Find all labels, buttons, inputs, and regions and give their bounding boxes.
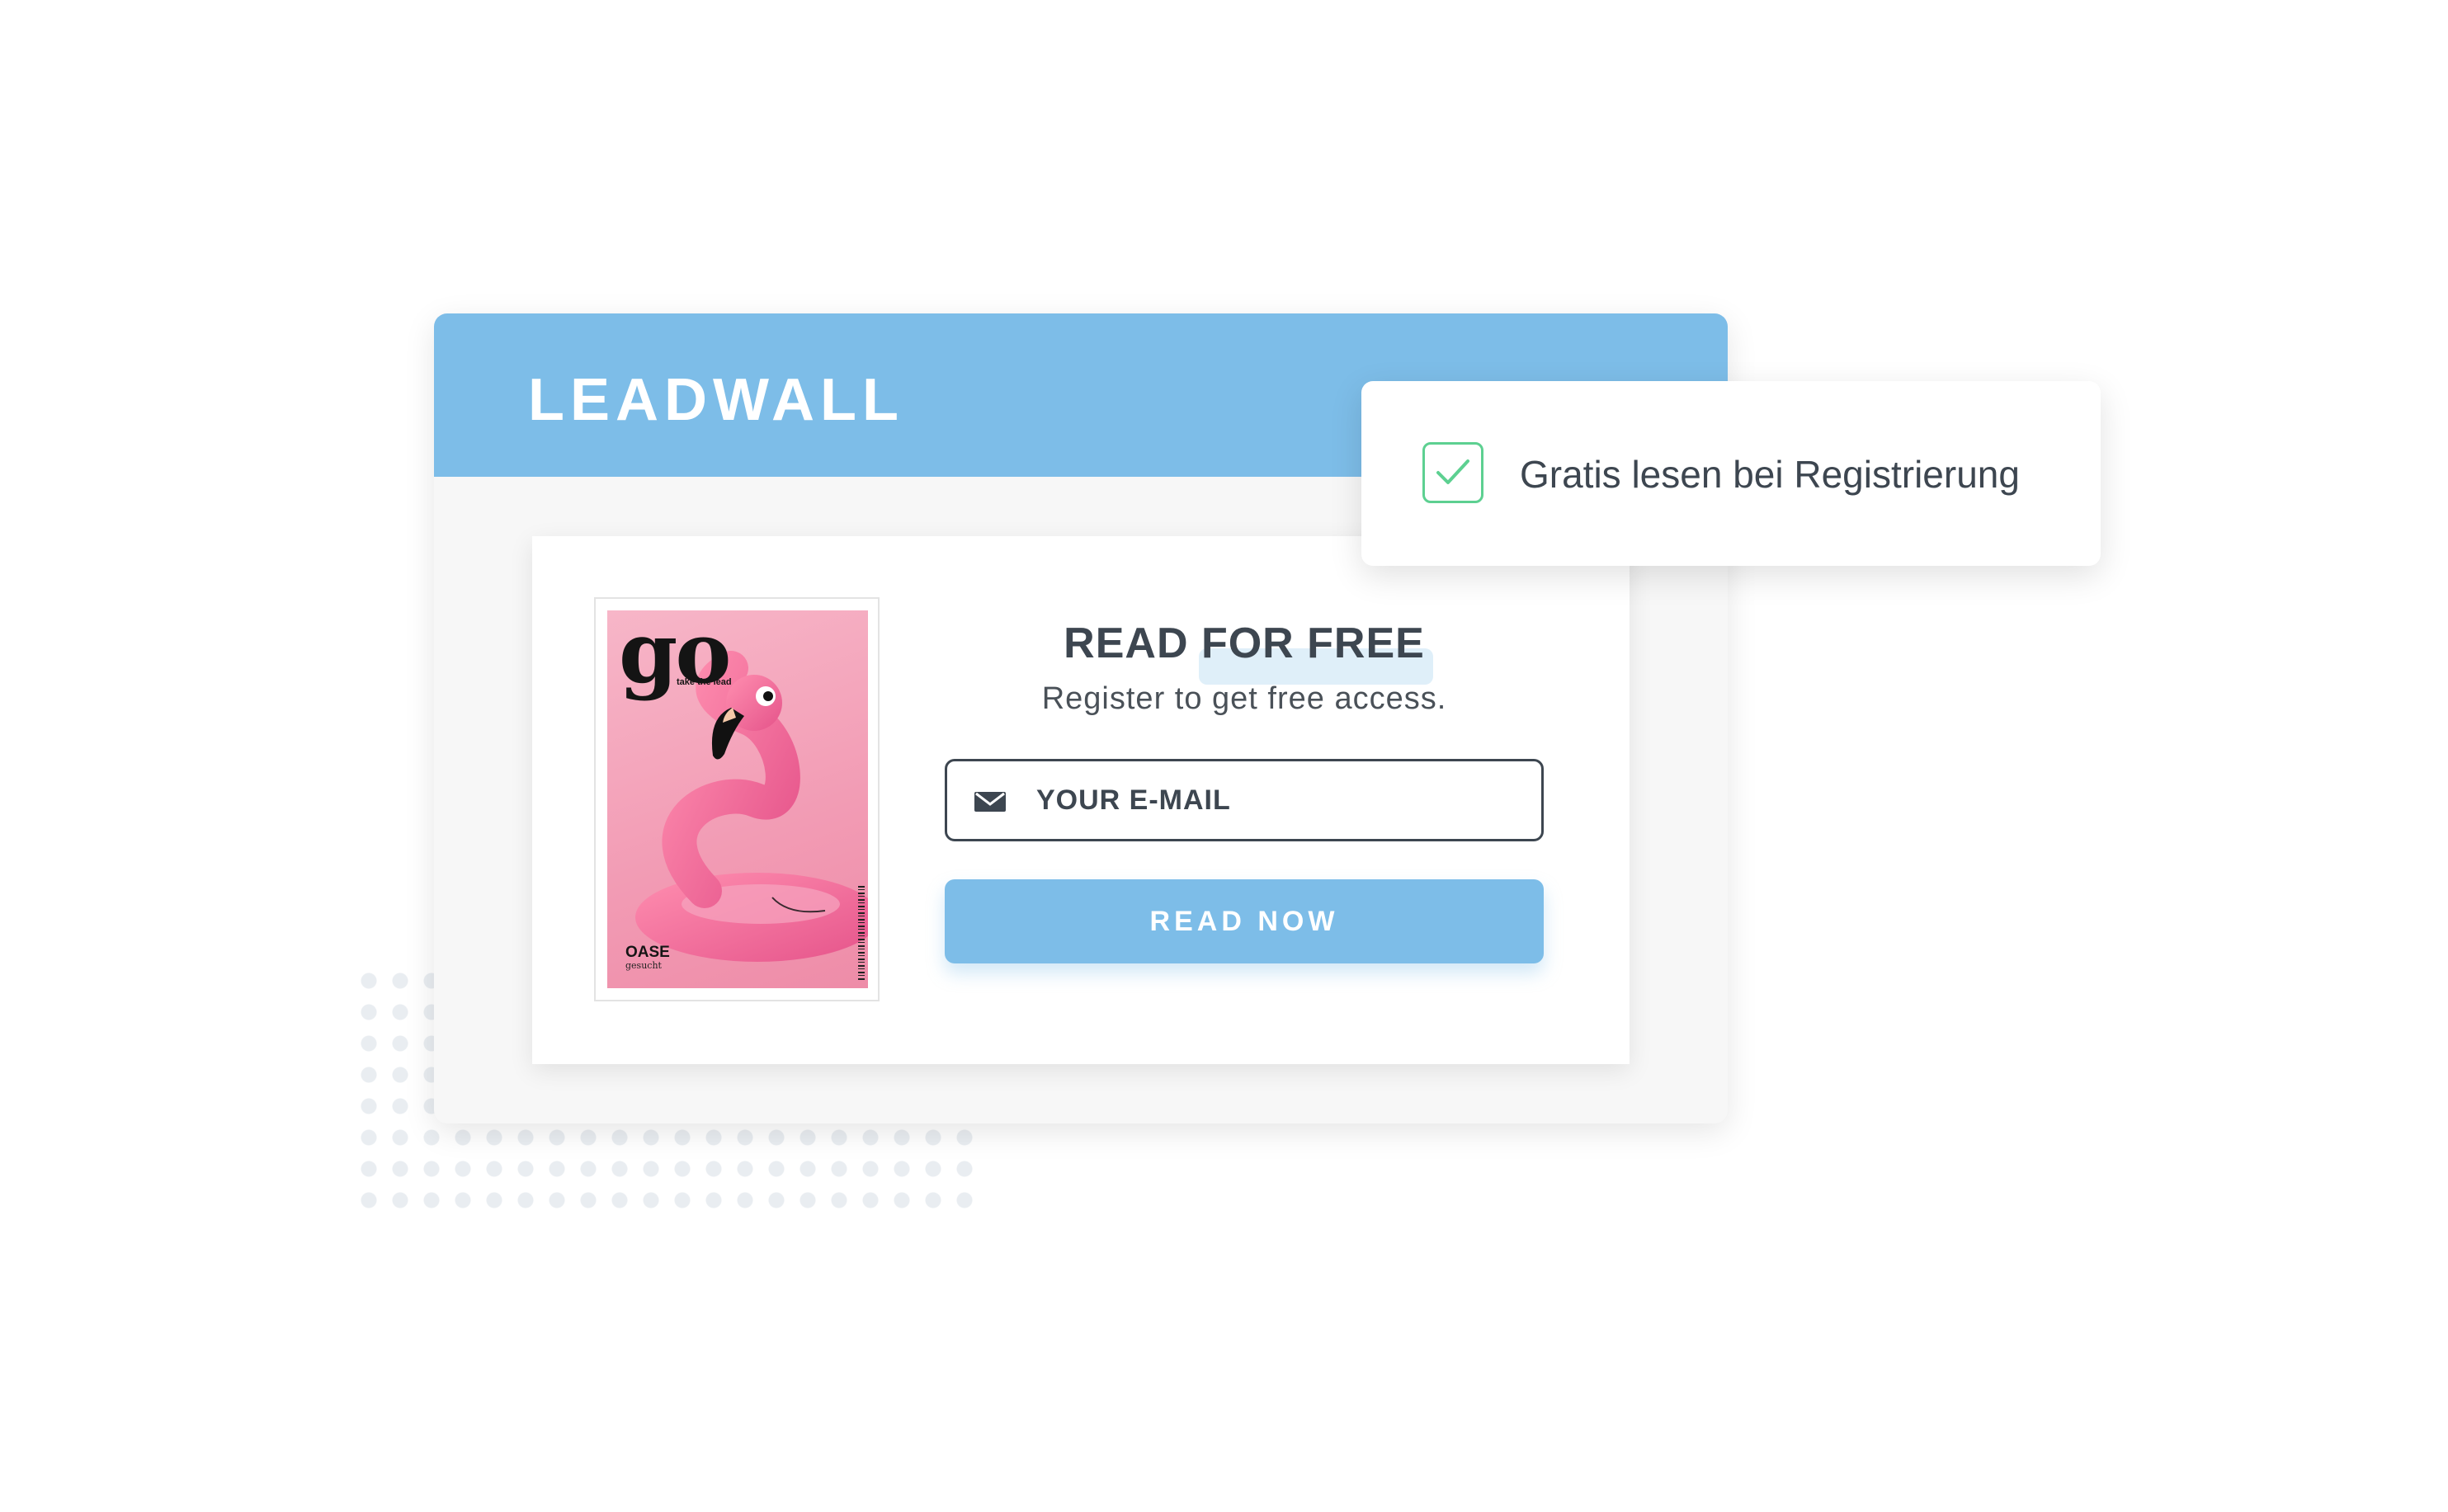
- registration-card: go take the lead OASE gesucht READ FOR F…: [532, 536, 1630, 1064]
- checkbox[interactable]: [1422, 442, 1483, 503]
- email-input[interactable]: YOUR E-MAIL: [945, 759, 1544, 841]
- barcode: [858, 886, 865, 980]
- brand-title: LEADWALL: [528, 367, 904, 433]
- email-placeholder: YOUR E-MAIL: [1036, 784, 1231, 816]
- form-heading: READ FOR FREE: [1064, 619, 1425, 667]
- envelope-icon: [974, 792, 1006, 812]
- cover-logo: go: [619, 610, 731, 703]
- read-now-button[interactable]: READ NOW: [945, 879, 1544, 963]
- cover-subtitle: gesucht: [625, 960, 662, 971]
- notification-text: Gratis lesen bei Registrierung: [1520, 453, 2020, 496]
- magazine-cover: go take the lead OASE gesucht: [594, 597, 880, 1001]
- cover-image: go take the lead OASE gesucht: [607, 610, 868, 988]
- cover-title: OASE: [625, 944, 670, 961]
- form-subheading: Register to get free access.: [1041, 681, 1447, 716]
- registration-notification: Gratis lesen bei Registrierung: [1361, 381, 2101, 566]
- checkmark-icon: [1436, 459, 1469, 484]
- cover-tagline: take the lead: [677, 677, 732, 687]
